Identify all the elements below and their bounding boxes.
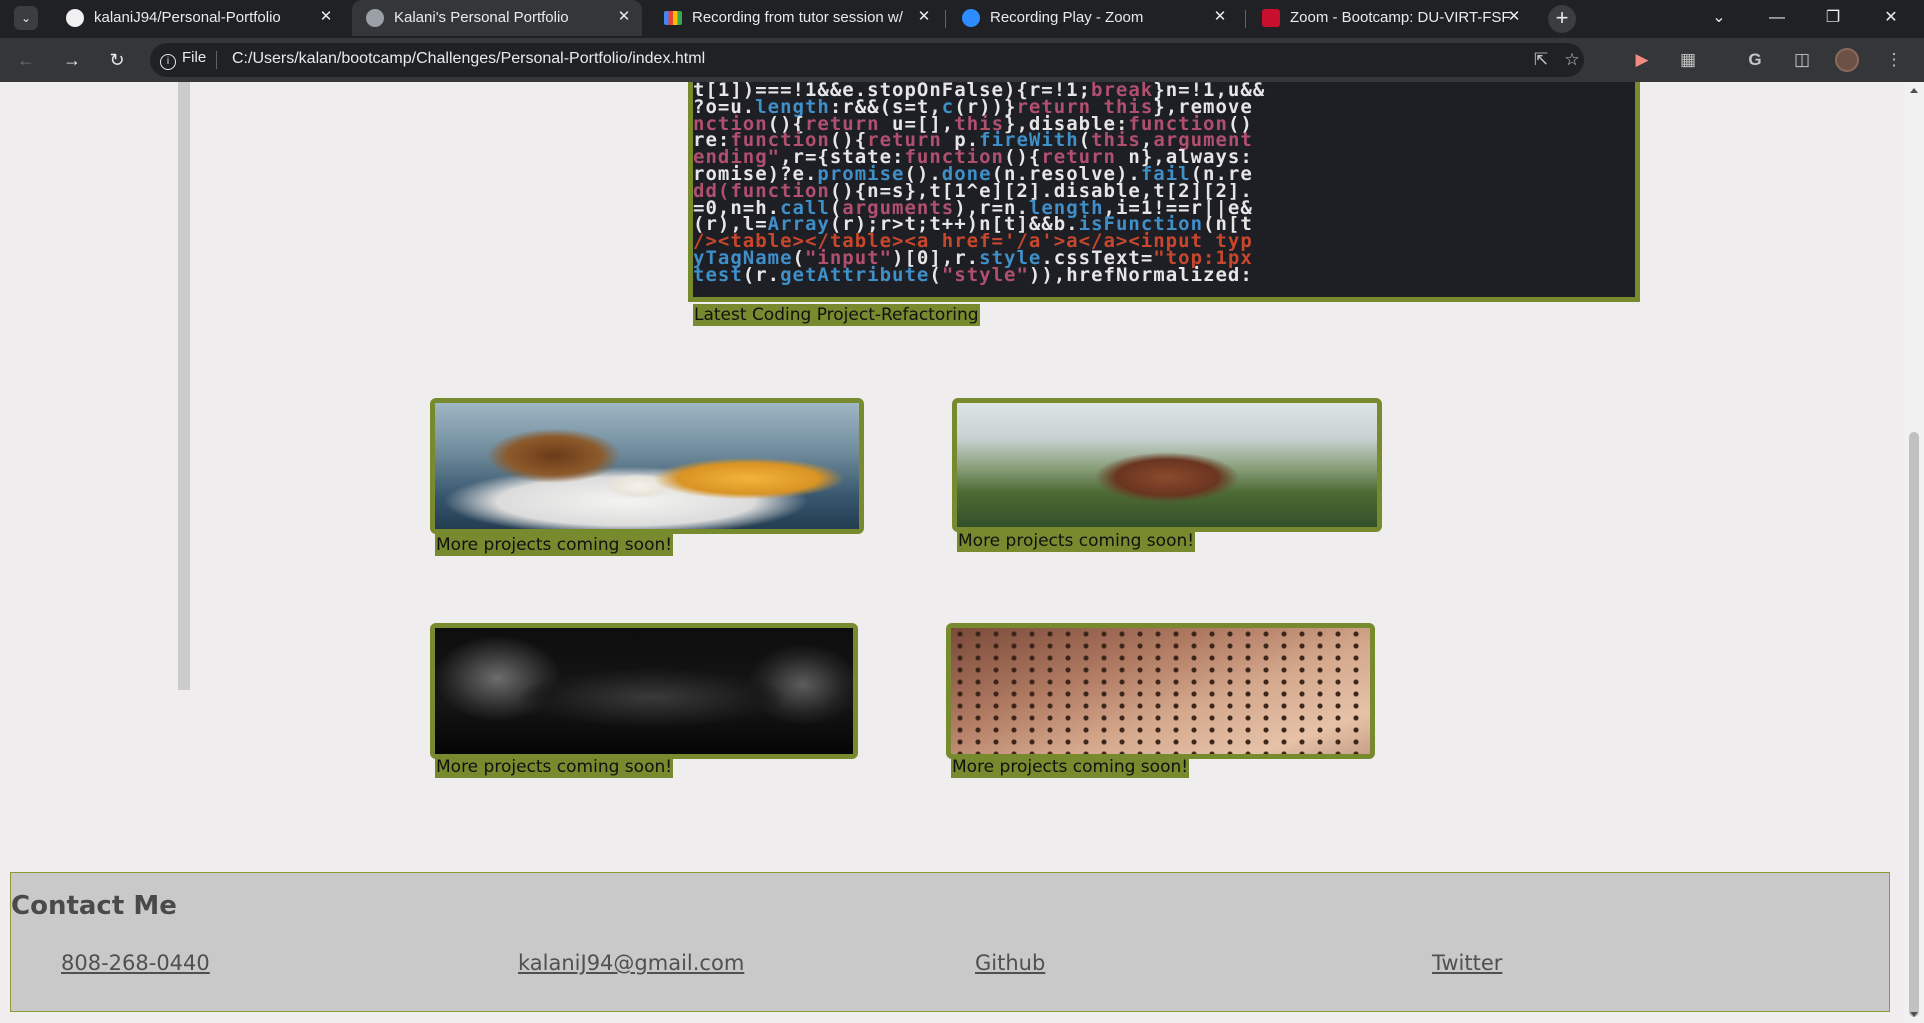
chevron-down-icon: ⌄ <box>1712 9 1726 26</box>
close-icon[interactable]: ✕ <box>316 7 336 27</box>
code-token: "style" <box>941 263 1029 286</box>
code-token: (r. <box>742 263 781 286</box>
tab-gmail[interactable]: Recording from tutor session w/ ✕ <box>650 0 940 36</box>
extensions-puzzle-icon[interactable]: ▦ <box>1676 48 1700 72</box>
arrow-right-icon: → <box>63 50 81 70</box>
phone-link[interactable]: 808-268-0440 <box>61 951 210 975</box>
code-token: getAttribute <box>780 263 930 286</box>
code-token: ( <box>929 263 942 286</box>
tab-portfolio[interactable]: Kalani's Personal Portfolio ✕ <box>352 0 642 36</box>
code-token: )),hrefNormalized: <box>1028 263 1253 286</box>
browser-toolbar: ← → ↻ i File C:/Users/kalan/bootcamp/Chal… <box>0 38 1924 82</box>
scroll-up-arrow-icon[interactable] <box>1910 88 1918 93</box>
omnibox-divider <box>216 51 217 69</box>
menu-kebab-icon[interactable]: ⋮ <box>1882 48 1906 72</box>
plus-icon: + <box>1555 5 1569 30</box>
gmail-icon <box>664 11 682 25</box>
tab-title: Recording from tutor session w/ <box>692 9 903 26</box>
tab-zoom-recording[interactable]: Recording Play - Zoom ✕ <box>948 0 1238 36</box>
zoom-icon <box>962 9 980 27</box>
site-info-chip[interactable]: i File <box>160 49 206 70</box>
code-line: test(r.getAttribute("style")),hrefNormal… <box>693 263 1635 286</box>
project-caption-1[interactable]: More projects coming soon! <box>435 534 674 556</box>
tab-title: Zoom - Bootcamp: DU-VIRT-FSF <box>1290 9 1510 26</box>
grammarly-icon[interactable]: G <box>1743 48 1767 72</box>
tab-separator <box>1245 10 1246 28</box>
code-token: test <box>693 263 743 286</box>
close-icon[interactable]: ✕ <box>614 7 634 27</box>
tab-title: kalaniJ94/Personal-Portfolio <box>94 9 281 26</box>
restore-icon: ❐ <box>1825 9 1841 26</box>
tab-strip: ⌄ kalaniJ94/Personal-Portfolio ✕ Kalani'… <box>0 0 1924 38</box>
scroll-down-arrow-icon[interactable] <box>1910 1012 1918 1017</box>
football-image <box>957 403 1377 527</box>
github-icon <box>66 9 84 27</box>
profile-avatar[interactable] <box>1835 48 1859 72</box>
tab-github[interactable]: kalaniJ94/Personal-Portfolio ✕ <box>52 0 342 36</box>
email-link[interactable]: kalaniJ94@gmail.com <box>518 951 744 975</box>
close-icon[interactable]: ✕ <box>914 7 934 27</box>
tab-title: Kalani's Personal Portfolio <box>394 9 569 26</box>
close-icon: ✕ <box>1884 9 1898 26</box>
globe-icon <box>366 9 384 27</box>
project-caption-3[interactable]: More projects coming soon! <box>435 756 674 778</box>
featured-project-caption[interactable]: Latest Coding Project-Refactoring <box>693 304 980 326</box>
page-scrollbar[interactable] <box>1904 82 1924 1023</box>
bookmark-star-icon[interactable]: ☆ <box>1561 49 1583 71</box>
project-card-1[interactable] <box>430 398 864 534</box>
address-bar[interactable]: i File C:/Users/kalan/bootcamp/Challenges… <box>150 43 1584 77</box>
scrollbar-thumb[interactable] <box>1909 432 1919 1017</box>
twitter-link[interactable]: Twitter <box>1432 951 1502 975</box>
new-tab-button[interactable]: + <box>1548 5 1576 33</box>
reload-button[interactable]: ↻ <box>105 48 129 72</box>
url-text[interactable]: C:/Users/kalan/bootcamp/Challenges/Perso… <box>232 50 705 68</box>
burger-image <box>435 403 859 529</box>
project-caption-2[interactable]: More projects coming soon! <box>957 530 1196 552</box>
chevron-down-icon: ⌄ <box>20 11 32 25</box>
extension-recorder-icon[interactable]: ▶ <box>1630 48 1654 72</box>
share-icon[interactable]: ⇱ <box>1530 49 1552 71</box>
code-screenshot-image: t[1])===!1&&e.stopOnFalse){r=!1;break}n=… <box>693 82 1635 297</box>
restore-button[interactable]: ❐ <box>1818 6 1848 30</box>
arrow-left-icon: ← <box>17 50 35 70</box>
game-controller-image <box>435 628 853 754</box>
tab-zoom-bootcamp[interactable]: Zoom - Bootcamp: DU-VIRT-FSF ✕ <box>1248 0 1538 36</box>
left-sidebar-rule <box>178 82 190 690</box>
contact-footer: Contact Me 808-268-0440 kalaniJ94@gmail.… <box>10 872 1890 1012</box>
minimize-button[interactable]: — <box>1762 6 1792 30</box>
shield-icon <box>1262 9 1280 27</box>
reload-icon: ↻ <box>109 50 125 70</box>
back-button[interactable]: ← <box>14 48 38 72</box>
contact-heading: Contact Me <box>11 891 177 921</box>
project-caption-4[interactable]: More projects coming soon! <box>951 756 1190 778</box>
audio-mixer-image <box>951 628 1370 754</box>
tab-list-button[interactable]: ⌄ <box>1704 6 1734 30</box>
info-icon: i <box>160 54 176 70</box>
project-card-3[interactable] <box>430 623 858 759</box>
forward-button[interactable]: → <box>60 48 84 72</box>
tab-search-button[interactable]: ⌄ <box>14 6 38 30</box>
side-panel-icon[interactable]: ◫ <box>1790 48 1814 72</box>
close-icon[interactable]: ✕ <box>1210 7 1230 27</box>
github-link[interactable]: Github <box>975 951 1045 975</box>
window-close-button[interactable]: ✕ <box>1876 6 1906 30</box>
close-icon[interactable]: ✕ <box>1504 7 1524 27</box>
scheme-label: File <box>182 49 207 66</box>
featured-project-frame[interactable]: t[1])===!1&&e.stopOnFalse){r=!1;break}n=… <box>688 82 1640 302</box>
project-card-4[interactable] <box>946 623 1375 759</box>
minimize-icon: — <box>1769 9 1785 26</box>
tab-separator <box>945 10 946 28</box>
page-viewport: t[1])===!1&&e.stopOnFalse){r=!1;break}n=… <box>0 82 1924 1023</box>
project-card-2[interactable] <box>952 398 1382 532</box>
tab-title: Recording Play - Zoom <box>990 9 1144 26</box>
